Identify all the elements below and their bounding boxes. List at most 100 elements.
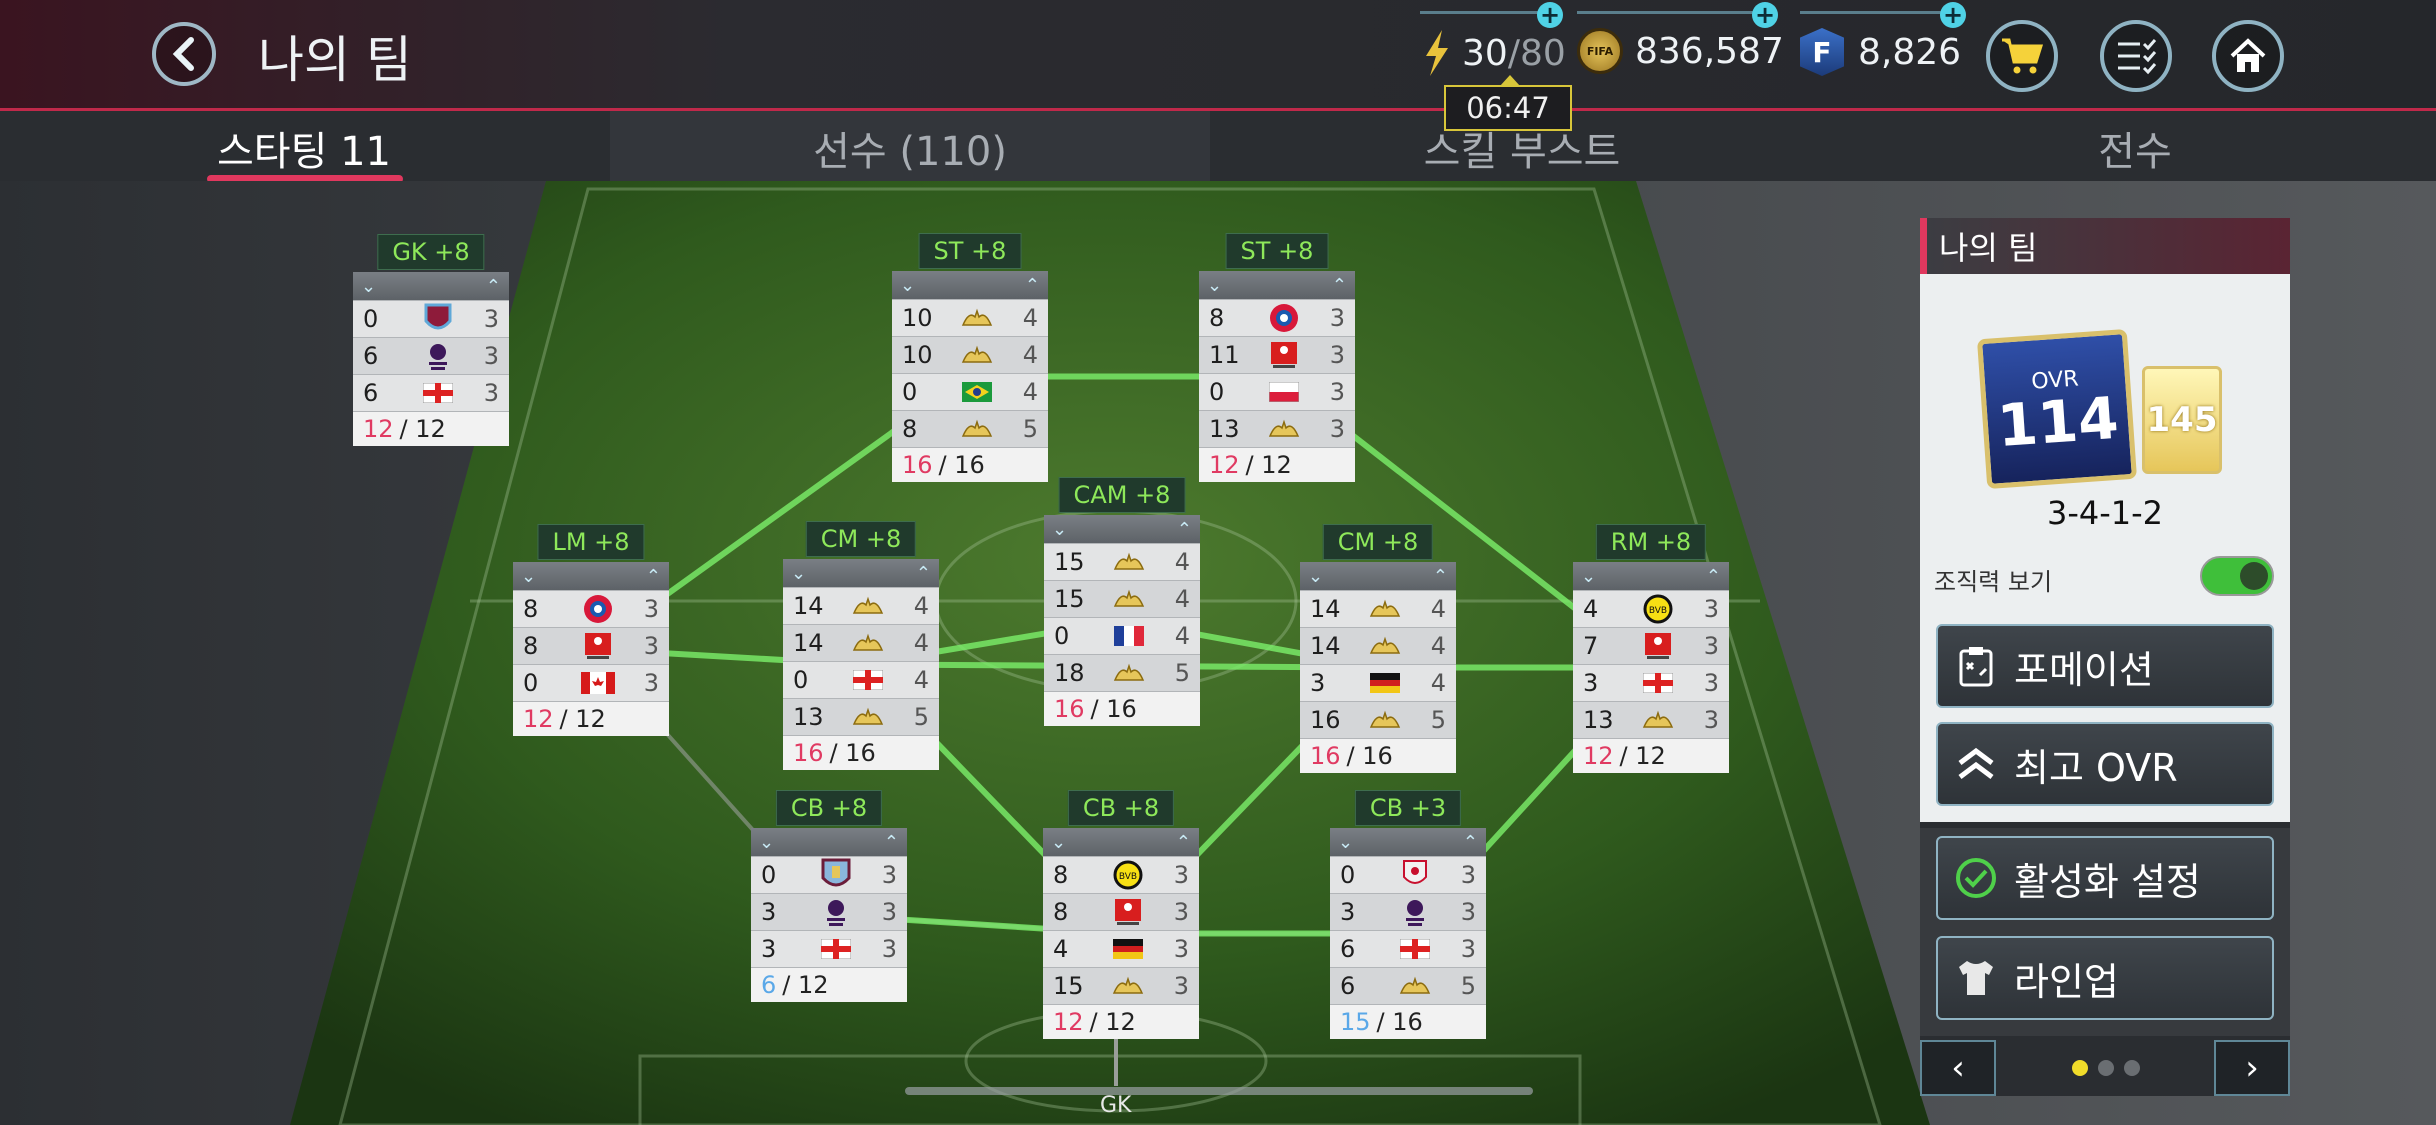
add-energy-button[interactable]: +	[1537, 2, 1563, 28]
activation-max: / 16	[1346, 742, 1393, 770]
activation-max: / 12	[782, 971, 829, 999]
crown-icon	[1367, 633, 1403, 659]
coin-counter[interactable]: + FIFA 836,587	[1577, 2, 1784, 74]
player-card-cm-6[interactable]: CM +8 ⌄ ⌃ 14 4 14 4 3 4 16 5 16/ 16	[1300, 524, 1456, 773]
tab-starting-11[interactable]: 스타팅 11	[205, 111, 403, 183]
england-flag-icon	[850, 667, 886, 693]
player-card-st-2[interactable]: ST +8 ⌄ ⌃ 8 3 11 3 0 3 13 3 12/ 12	[1199, 233, 1355, 482]
player-card-rm-7[interactable]: RM +8 ⌄ ⌃ 4 BVB 3 7 3 3 3 13 3 12/ 12	[1573, 524, 1729, 773]
activation-settings-button[interactable]: 활성화 설정	[1936, 836, 2274, 920]
panel-divider	[1920, 822, 2290, 828]
position-label: RM +8	[1595, 524, 1707, 560]
row-value: 13	[1209, 415, 1240, 443]
england-flag-icon	[818, 936, 854, 962]
pager-dot-1[interactable]	[2072, 1060, 2088, 1076]
card-row: 10 4	[892, 336, 1048, 373]
double-chevron-up-icon[interactable]: ⌃	[1433, 566, 1448, 587]
card-row: 83	[1199, 299, 1355, 336]
position-label: CB +8	[1067, 790, 1175, 826]
crown-icon	[959, 342, 995, 368]
france-flag-icon	[1111, 623, 1147, 649]
home-icon	[2230, 38, 2266, 72]
double-chevron-up-icon[interactable]: ⌃	[884, 832, 899, 853]
tab-record[interactable]: 전수	[1900, 111, 2370, 181]
chevron-down-icon: ⌄	[900, 274, 916, 296]
position-label: CB +8	[775, 790, 883, 826]
store-button[interactable]	[1986, 20, 2058, 92]
player-card-cm-5[interactable]: CM +8 ⌄ ⌃ 14 4 14 4 0 4 13 5 16/ 16	[783, 521, 939, 770]
activation-max: / 16	[938, 451, 985, 479]
position-label: LM +8	[537, 524, 645, 560]
player-card-cb-10[interactable]: CB +3 ⌄ ⌃ 0 3 3 3 6 3 6 5 15/ 16	[1330, 790, 1486, 1039]
player-card-cam-3[interactable]: CAM +8 ⌄ ⌃ 15 4 15 4 0 4 18 5 16/ 16	[1044, 477, 1200, 726]
card-row: 10 4	[892, 299, 1048, 336]
card-row: 33	[1573, 664, 1729, 701]
brazil-flag-icon	[959, 379, 995, 405]
player-card-cb-9[interactable]: CB +8 ⌄ ⌃ 8 BVB 3 8 3 4 3 15 3 12/ 12	[1043, 790, 1199, 1039]
home-button[interactable]	[2212, 20, 2284, 92]
card-footer: 12/ 12	[1573, 738, 1729, 773]
fpoints-counter[interactable]: + F 8,826	[1800, 2, 1966, 76]
pager-prev-button[interactable]: ‹	[1920, 1040, 1996, 1096]
double-chevron-up-icon[interactable]: ⌃	[646, 566, 661, 587]
row-level: 5	[1174, 659, 1190, 687]
card-row: 03	[751, 856, 907, 893]
crown-icon	[1111, 549, 1147, 575]
lineup-button[interactable]: 라인업	[1936, 936, 2274, 1020]
coin-label: FIFA	[1586, 44, 1614, 58]
player-card-lm-4[interactable]: LM +8 ⌄ ⌃ 8 3 8 3 0 3 12/ 12	[513, 524, 669, 736]
back-button[interactable]	[152, 22, 216, 86]
double-chevron-up-icon[interactable]: ⌃	[1463, 832, 1478, 853]
chevron-down-icon: ⌄	[1581, 565, 1597, 587]
pager-next-button[interactable]: ›	[2214, 1040, 2290, 1096]
tasks-button[interactable]	[2100, 20, 2172, 92]
add-coins-button[interactable]: +	[1752, 2, 1778, 28]
activation-current: 16	[793, 739, 824, 767]
lightning-icon	[1426, 30, 1448, 76]
double-chevron-up-icon[interactable]: ⌃	[916, 563, 931, 584]
double-chevron-up-icon[interactable]: ⌃	[1025, 275, 1040, 296]
premier-league-logo-icon	[818, 899, 854, 926]
energy-counter[interactable]: + 30/80	[1420, 2, 1566, 78]
pager-dot-3[interactable]	[2124, 1060, 2140, 1076]
tab-players[interactable]: 선수 (110)	[610, 111, 1210, 181]
card-row: 83	[513, 627, 669, 664]
row-value: 11	[1209, 341, 1240, 369]
row-level: 3	[643, 669, 659, 697]
activation-current: 16	[1310, 742, 1341, 770]
add-fpoints-button[interactable]: +	[1940, 2, 1966, 28]
position-label: CAM +8	[1058, 477, 1186, 513]
row-level: 3	[643, 595, 659, 623]
card-row: 8 BVB 3	[1043, 856, 1199, 893]
crown-icon	[1640, 707, 1676, 733]
activation-max: / 12	[559, 705, 606, 733]
double-chevron-up-icon[interactable]: ⌃	[1177, 519, 1192, 540]
best-ovr-button[interactable]: 최고 OVR	[1936, 722, 2274, 806]
double-chevron-up-icon[interactable]: ⌃	[1176, 832, 1191, 853]
energy-separator: /	[1507, 32, 1520, 74]
pager-dot-2[interactable]	[2098, 1060, 2114, 1076]
double-chevron-up-icon[interactable]: ⌃	[1706, 566, 1721, 587]
card-row: 03	[1199, 373, 1355, 410]
energy-current: 30	[1462, 32, 1508, 74]
double-chevron-up-icon[interactable]: ⌃	[486, 276, 501, 297]
card-footer: 12/ 12	[353, 411, 509, 446]
player-card-gk-0[interactable]: GK +8 ⌄ ⌃ 0 3 6 3 6 3 12/ 12	[353, 234, 509, 446]
liverpool-crest-icon	[1397, 860, 1433, 888]
card-header: ⌄ ⌃	[353, 272, 509, 300]
player-card-st-1[interactable]: ST +8 ⌄ ⌃ 10 4 10 4 0 4 8 5 16/ 16	[892, 233, 1048, 482]
row-value: 15	[1054, 585, 1085, 613]
activation-max: / 12	[1245, 451, 1292, 479]
formation-button[interactable]: 포메이션	[1936, 624, 2274, 708]
row-level: 5	[1460, 972, 1476, 1000]
player-card-cb-8[interactable]: CB +8 ⌄ ⌃ 0 3 3 3 3 3 6/ 12	[751, 790, 907, 1002]
activation-current: 12	[363, 415, 394, 443]
fpoints-icon: F	[1800, 28, 1844, 76]
chemistry-toggle[interactable]	[2200, 556, 2274, 596]
activation-current: 15	[1340, 1008, 1371, 1036]
double-chevron-up-icon[interactable]: ⌃	[1332, 275, 1347, 296]
card-footer: 12/ 12	[1043, 1004, 1199, 1039]
scroll-indicator[interactable]	[905, 1087, 1533, 1095]
bundesliga-logo-icon	[1266, 342, 1302, 368]
dortmund-crest-icon: BVB	[1110, 860, 1146, 890]
